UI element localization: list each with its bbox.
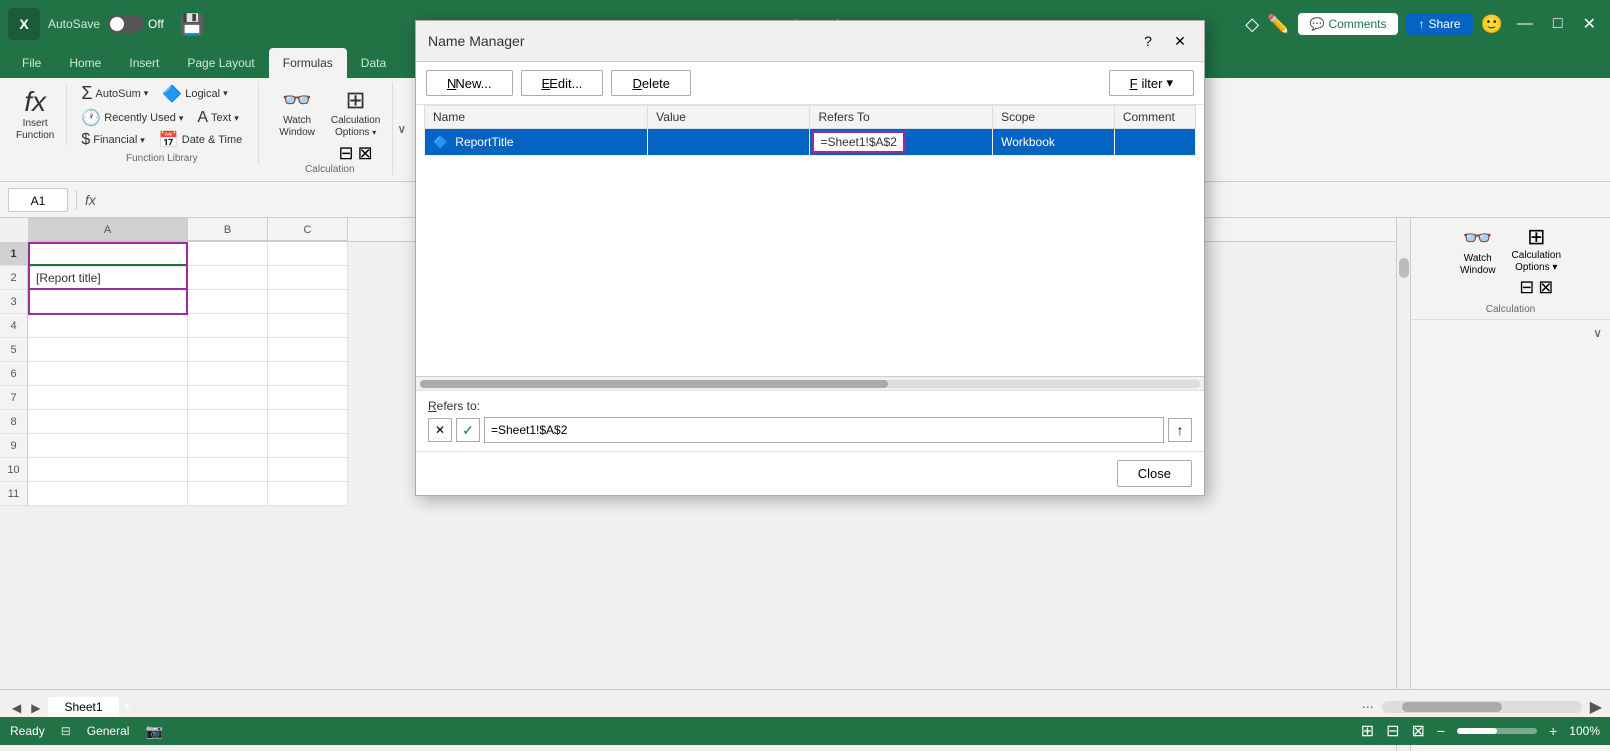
col-refers-to-header: Refers To <box>810 106 993 129</box>
dialog-scrollbar[interactable] <box>416 376 1204 390</box>
scrollbar-track[interactable] <box>420 380 1200 388</box>
dialog-titlebar: Name Manager ? ✕ <box>416 21 1204 62</box>
dialog-controls: ? ✕ <box>1136 29 1192 53</box>
col-scope-header: Scope <box>993 106 1115 129</box>
dialog-close-footer-button[interactable]: Close <box>1117 460 1192 487</box>
scrollbar-thumb[interactable] <box>420 380 888 388</box>
dialog-footer: Close <box>416 451 1204 495</box>
new-button[interactable]: NNew... <box>426 70 513 96</box>
filter-button[interactable]: Filter ▾ <box>1109 70 1194 96</box>
dialog-empty-area <box>416 156 1204 376</box>
table-header-row: Name Value Refers To Scope Comment <box>425 106 1196 129</box>
col-comment-header: Comment <box>1114 106 1195 129</box>
name-manager-dialog: Name Manager ? ✕ NNew... EEdit... Delete… <box>415 20 1205 496</box>
col-name-header: Name <box>425 106 648 129</box>
dialog-help-button[interactable]: ? <box>1136 29 1160 53</box>
refers-to-cell: =Sheet1!$A$2 <box>810 129 993 156</box>
refers-to-highlight: =Sheet1!$A$2 <box>812 131 904 153</box>
dialog-toolbar: NNew... EEdit... Delete Filter ▾ <box>416 62 1204 105</box>
dialog-overlay: Name Manager ? ✕ NNew... EEdit... Delete… <box>0 0 1610 745</box>
filter-arrow-icon: ▾ <box>1166 75 1173 91</box>
refers-to-confirm-button[interactable]: ✓ <box>456 418 480 442</box>
refers-to-label: Refers to: <box>428 399 1192 413</box>
refers-to-input-field[interactable] <box>484 417 1164 443</box>
refers-to-expand-button[interactable]: ↑ <box>1168 418 1192 442</box>
refers-to-section: Refers to: ✕ ✓ ↑ <box>416 390 1204 451</box>
name-icon: 🔷 <box>433 135 448 149</box>
value-cell <box>648 129 810 156</box>
dialog-table-container: Name Value Refers To Scope Comment 🔷 Rep… <box>416 105 1204 156</box>
delete-button[interactable]: Delete <box>611 70 691 96</box>
name-cell: 🔷 ReportTitle <box>425 129 648 156</box>
refers-to-cancel-button[interactable]: ✕ <box>428 418 452 442</box>
refers-to-input-row: ✕ ✓ ↑ <box>428 417 1192 443</box>
name-value: ReportTitle <box>455 135 513 149</box>
scope-cell: Workbook <box>993 129 1115 156</box>
names-table: Name Value Refers To Scope Comment 🔷 Rep… <box>424 105 1196 156</box>
dialog-title: Name Manager <box>428 33 525 49</box>
col-value-header: Value <box>648 106 810 129</box>
dialog-close-button[interactable]: ✕ <box>1168 29 1192 53</box>
name-row-report-title[interactable]: 🔷 ReportTitle =Sheet1!$A$2 Workbook <box>425 129 1196 156</box>
edit-button[interactable]: EEdit... <box>521 70 604 96</box>
comment-cell <box>1114 129 1195 156</box>
